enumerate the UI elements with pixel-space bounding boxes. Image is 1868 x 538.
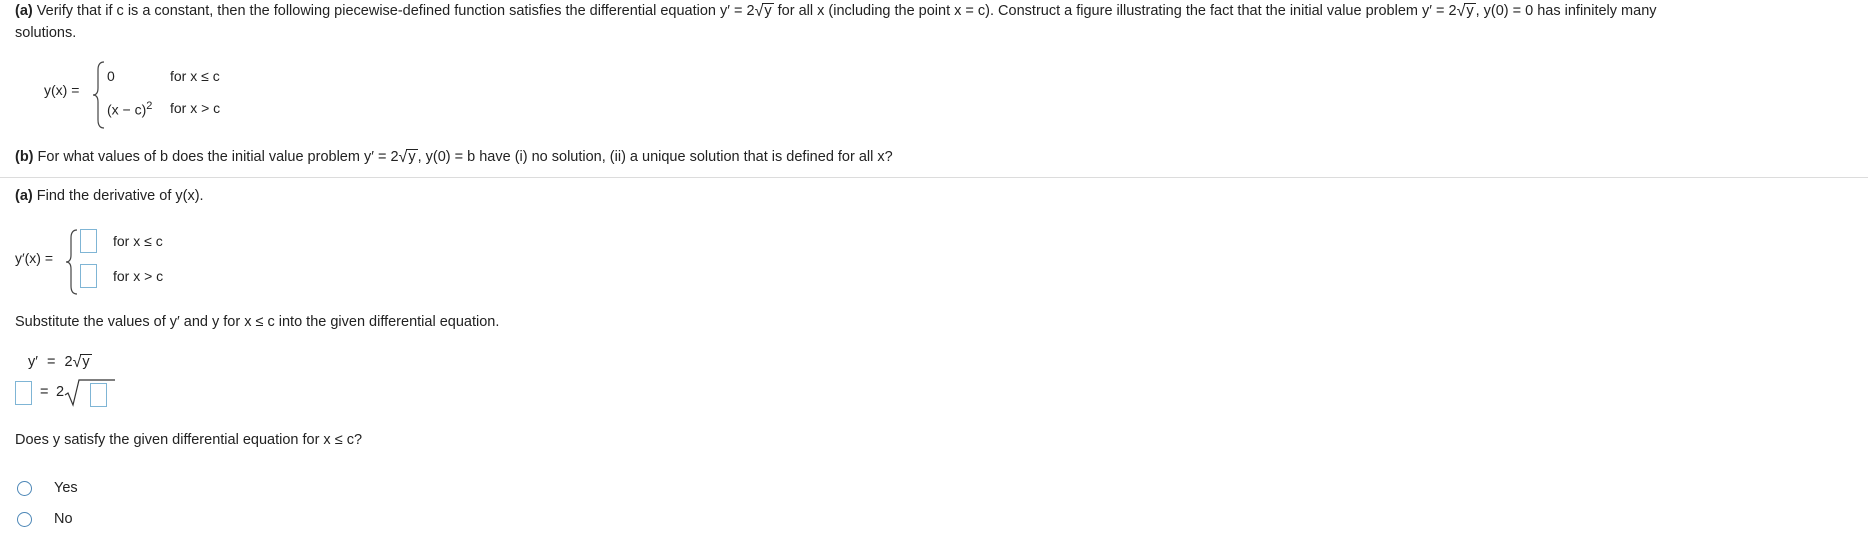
derivative-row2-cond: for x > c — [113, 268, 164, 284]
eq-lhs: y′ — [28, 354, 38, 370]
piecewise-row2-cond: for x > c — [170, 100, 221, 116]
problem-part-b: (b) For what values of b does the initia… — [15, 148, 893, 166]
step1-label: (a) — [15, 188, 33, 204]
eq-sign: = — [47, 354, 56, 370]
piecewise-row1-expr: 0 — [107, 68, 115, 84]
sqrt-expression-3: √y — [398, 149, 418, 166]
derivative-row1-input[interactable] — [80, 229, 97, 253]
piecewise-row2-expr: (x − c)2 — [107, 100, 153, 118]
eq2-coef: 2 — [56, 384, 65, 400]
piecewise-row1-cond: for x ≤ c — [170, 68, 220, 84]
part-a-label: (a) — [15, 3, 33, 19]
derivative-row1-cond: for x ≤ c — [113, 233, 163, 249]
derivative-lhs: y′(x) = — [15, 250, 54, 266]
eq-rhs-coef: 2 — [64, 354, 73, 370]
part-b-text: For what values of b does the initial va… — [37, 149, 399, 165]
problem-part-a: (a) Verify that if c is a constant, then… — [15, 2, 1657, 20]
question-page: (a) Verify that if c is a constant, then… — [0, 0, 1868, 538]
step3-question: Does y satisfy the given differential eq… — [15, 432, 363, 448]
eq-lhs-input[interactable] — [15, 381, 32, 405]
equation-row-1: y′ = 2√y — [28, 353, 92, 371]
piecewise-lhs: y(x) = — [44, 82, 80, 98]
left-brace-icon — [92, 61, 105, 129]
part-a-text-3: , y(0) = 0 has infinitely many — [1475, 3, 1657, 19]
eq-radicand-input[interactable] — [90, 383, 107, 407]
sqrt-expression-2: √y — [1456, 3, 1476, 20]
part-a-text: Verify that if c is a constant, then the… — [36, 3, 755, 19]
option-yes-label: Yes — [54, 480, 78, 496]
radio-no[interactable] — [17, 512, 32, 527]
sqrt-expression: √y — [754, 3, 774, 20]
part-b-label: (b) — [15, 149, 34, 165]
left-brace-icon — [65, 229, 78, 295]
radio-yes[interactable] — [17, 481, 32, 496]
eq2-sign: = — [40, 384, 49, 400]
step1-heading: (a) Find the derivative of y(x). — [15, 188, 204, 204]
derivative-row2-input[interactable] — [80, 264, 97, 288]
part-b-text-2: , y(0) = b have (i) no solution, (ii) a … — [417, 149, 893, 165]
part-a-text-4: solutions. — [15, 25, 77, 41]
step2-text: Substitute the values of y′ and y for x … — [15, 314, 500, 330]
eq-rhs-sqrt: √y — [72, 354, 92, 371]
option-no-label: No — [54, 511, 73, 527]
part-a-text-2: for all x (including the point x = c). C… — [773, 3, 1457, 19]
step1-text: Find the derivative of y(x). — [36, 188, 204, 204]
section-divider — [0, 177, 1868, 178]
